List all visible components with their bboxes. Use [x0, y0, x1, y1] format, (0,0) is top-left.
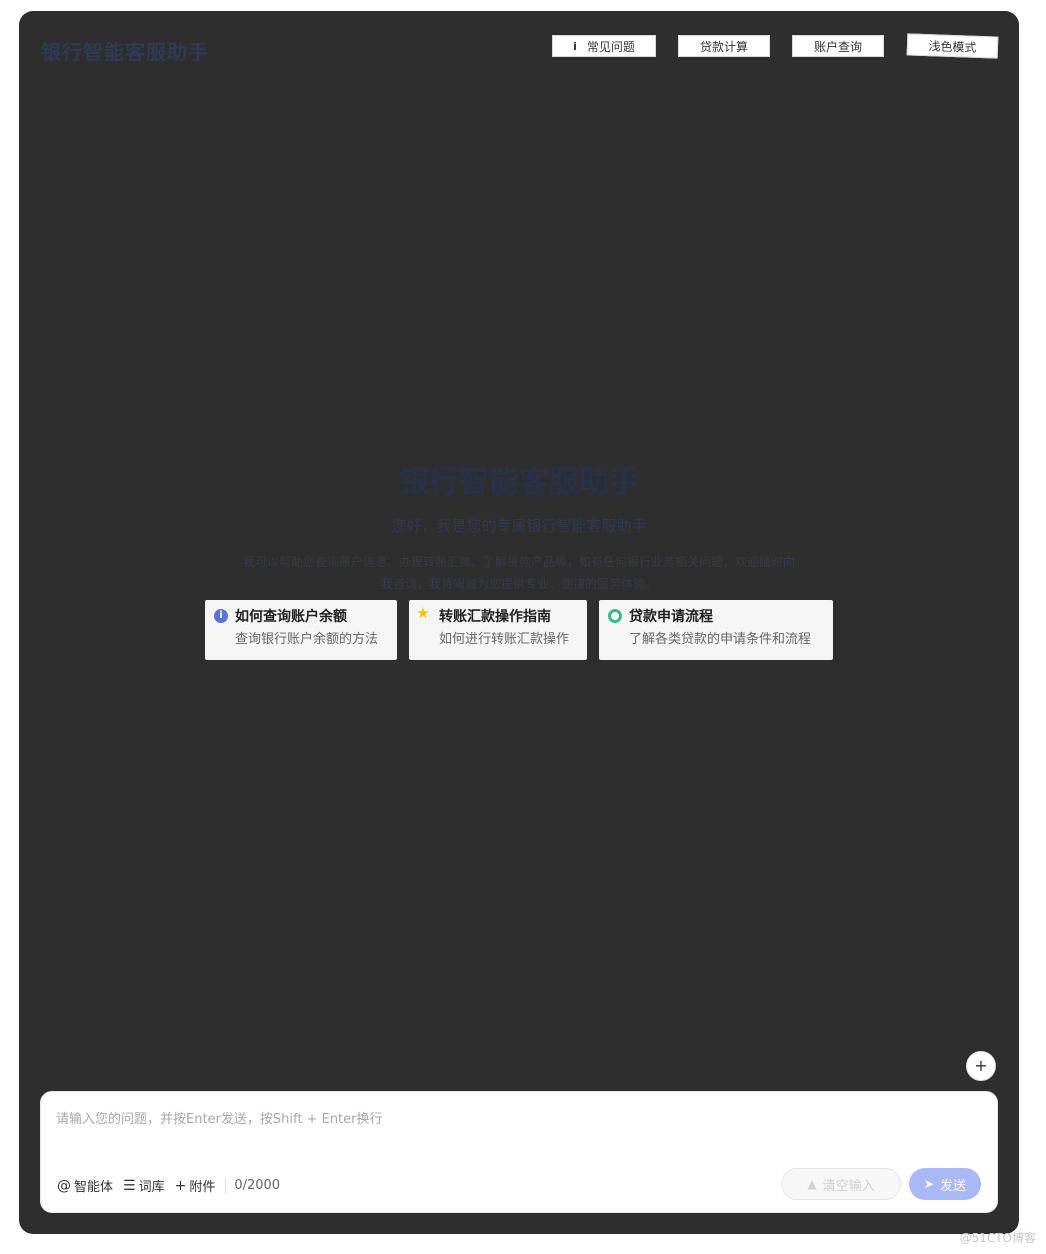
- info-icon: i: [214, 609, 228, 623]
- char-counter: 0/2000: [234, 1178, 281, 1193]
- info-icon: i: [573, 39, 577, 53]
- account-query-label: 账户查询: [813, 39, 862, 54]
- watermark: @51CTO博客: [959, 1231, 1036, 1245]
- new-chat-button[interactable]: +: [966, 1051, 996, 1081]
- suggestion-card-balance[interactable]: i 如何查询账户余额 查询银行账户余额的方法: [205, 600, 397, 660]
- paper-plane-icon: ➤: [923, 1177, 935, 1191]
- circle-icon: [608, 609, 622, 623]
- faq-button-label: 常见问题: [586, 39, 635, 54]
- lexicon-label: 词库: [138, 1180, 165, 1195]
- plus-icon: +: [174, 1177, 187, 1194]
- faq-button[interactable]: i 常见问题: [552, 35, 656, 57]
- clear-input-label: 清空输入: [822, 1178, 875, 1194]
- attachment-label: 附件: [189, 1180, 216, 1195]
- suggestion-title: 贷款申请流程: [629, 609, 713, 625]
- lexicon-button[interactable]: ☰ 词库: [123, 1176, 165, 1196]
- send-button[interactable]: ➤ 发送: [909, 1168, 981, 1200]
- suggestion-card-loan[interactable]: 贷款申请流程 了解各类贷款的申请条件和流程: [599, 600, 833, 660]
- attachment-button[interactable]: + 附件: [174, 1176, 216, 1196]
- suggestion-title: 转账汇款操作指南: [439, 609, 551, 625]
- message-composer: @ 智能体 ☰ 词库 + 附件 0/2000 ▲ 清空输入 ➤ 发送: [40, 1091, 998, 1213]
- hero-title: 银行智能客服助手: [399, 465, 639, 500]
- suggestion-desc: 查询银行账户余额的方法: [235, 632, 379, 647]
- light-mode-label: 浅色模式: [928, 38, 977, 55]
- list-icon: ☰: [123, 1177, 136, 1194]
- loan-calculator-label: 贷款计算: [699, 39, 748, 54]
- agent-label: 智能体: [74, 1180, 114, 1195]
- light-mode-button[interactable]: 浅色模式: [906, 33, 999, 59]
- suggestion-desc: 了解各类贷款的申请条件和流程: [629, 632, 812, 647]
- app-title: 银行智能客服助手: [41, 40, 209, 64]
- agent-button[interactable]: @ 智能体: [57, 1176, 114, 1196]
- app-window: 银行智能客服助手 i 常见问题 贷款计算 账户查询 浅色模式 银行智能客服助手 …: [19, 11, 1019, 1234]
- hero-description: 我可以帮助您查询账户信息、办理转账汇款、了解贷款产品等，如有任何银行业务相关问题…: [242, 555, 795, 591]
- broom-icon: ▲: [807, 1177, 817, 1191]
- at-icon: @: [57, 1177, 71, 1194]
- suggestion-desc: 如何进行转账汇款操作: [439, 632, 570, 647]
- clear-input-button[interactable]: ▲ 清空输入: [781, 1168, 901, 1200]
- plus-icon: +: [974, 1056, 988, 1075]
- send-label: 发送: [940, 1178, 967, 1194]
- account-query-button[interactable]: 账户查询: [792, 35, 884, 57]
- star-icon: ★: [416, 604, 430, 622]
- hero-subtitle: 您好，我是您的专属银行智能客服助手: [391, 517, 647, 535]
- composer-toolbar: @ 智能体 ☰ 词库 + 附件 0/2000: [57, 1176, 281, 1196]
- loan-calculator-button[interactable]: 贷款计算: [678, 35, 770, 57]
- suggestion-title: 如何查询账户余额: [235, 609, 347, 625]
- suggestion-card-transfer[interactable]: ★ 转账汇款操作指南 如何进行转账汇款操作: [409, 600, 587, 660]
- divider: [225, 1178, 227, 1193]
- message-input[interactable]: [56, 1108, 976, 1158]
